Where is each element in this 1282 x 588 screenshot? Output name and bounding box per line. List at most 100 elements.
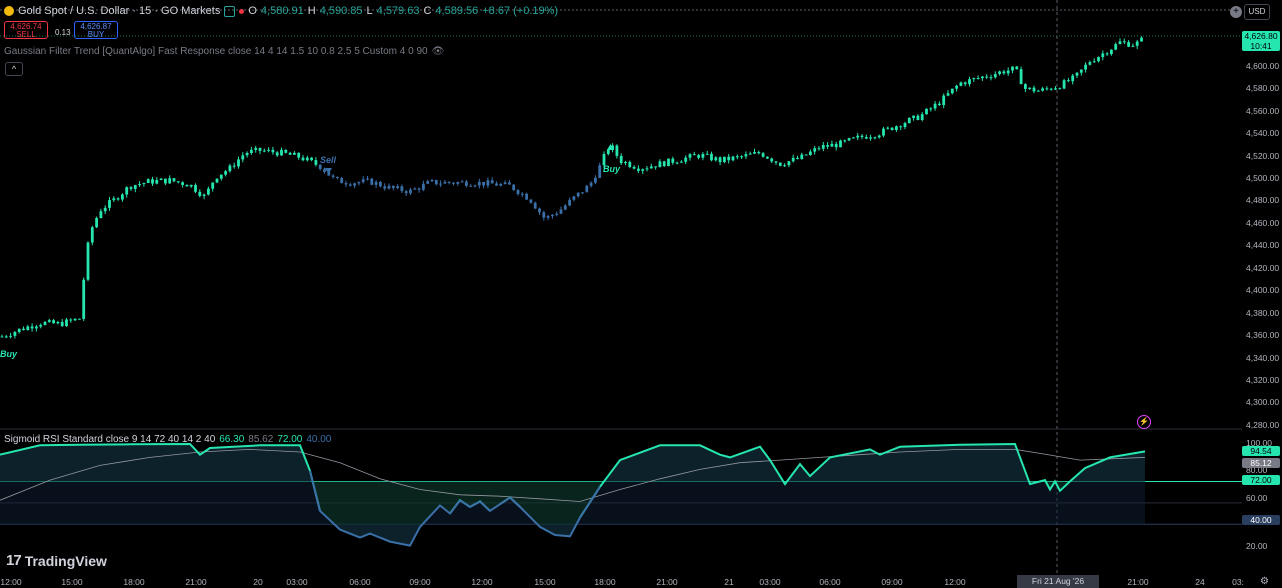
candle-body [262,150,266,152]
candle-body [258,147,262,151]
candle-body [955,85,958,89]
sell-signal-label: Sell [320,155,337,165]
candle-body [533,202,537,209]
collapse-legend-button[interactable]: ^ [5,62,23,76]
candle-body [340,178,344,184]
price-tick: 4,460.00 [1246,218,1280,228]
candle-body [886,127,890,129]
candle-body [731,156,735,161]
candle-body [632,166,636,169]
candle-body [890,127,894,131]
spread-value: 0.13 [55,28,71,37]
time-tick: 09:00 [409,577,431,587]
eye-icon[interactable]: 👁 [432,46,445,57]
candle-body [301,157,305,161]
indicator-rsi-legend[interactable]: Sigmoid RSI Standard close 9 14 72 40 14… [4,434,331,445]
candle-body [370,178,374,185]
candle-body [929,108,933,110]
candle-body [546,216,550,218]
close-value: 4,589.56 [435,5,479,17]
candle-body [357,182,361,184]
indicator-gaussian-legend[interactable]: Gaussian Filter Trend [QuantAlgo] Fast R… [4,46,444,57]
candle-body [396,186,399,189]
time-tick: 12:00 [944,577,966,587]
candle-body [753,152,756,154]
time-tick: 21:00 [185,577,207,587]
candle-body [520,193,524,195]
candle-body [1084,64,1087,70]
symbol-title[interactable]: Gold Spot / U.S. Dollar · 15 · GO Market… [18,5,220,17]
candle-body [155,180,159,184]
candle-body [787,161,791,166]
candle-body [981,76,984,79]
candle-body [649,166,653,169]
tv-logo-text: TradingView [24,552,107,569]
candle-body [619,155,623,164]
candle-body [116,198,120,200]
candle-body [344,183,348,185]
candle-body [907,117,911,124]
candle-body [791,157,795,162]
candle-body [624,161,627,164]
candle-body [598,165,602,178]
candle-body [529,199,533,203]
candle-body [796,157,799,159]
time-tick: 12:00 [0,577,22,587]
candle-body [628,161,632,167]
candle-body [817,148,821,150]
open-value: 4,580.91 [260,5,304,17]
candle-body [250,149,253,153]
close-label: C [423,5,432,17]
candle-body [662,161,666,167]
sell-button[interactable]: 4,626.74 SELL [4,21,48,39]
time-tick: 21 [724,577,734,587]
candle-body [219,174,223,179]
lightning-icon[interactable]: ⚡ [1137,415,1151,429]
buy-button[interactable]: 4,626.87 BUY [74,21,118,39]
candle-body [563,205,567,210]
candle-body [383,186,387,189]
candle-body [684,157,688,162]
buy-signal-label-left: Buy [0,349,18,359]
candle-body [409,189,412,194]
rsi-value-3: 72.00 [277,434,303,445]
currency-selector[interactable]: USD [1244,4,1270,20]
rsi-tag-2: 85.12 [1242,458,1280,468]
time-tick: 06:00 [819,577,841,587]
candle-body [314,160,318,165]
candle-body [1127,42,1130,47]
candle-body [176,181,180,183]
price-tick: 4,340.00 [1246,353,1280,363]
candle-body [778,162,782,166]
candle-body [486,180,490,186]
candle-body [228,165,232,172]
candle-body [1041,88,1044,91]
time-tick: 20 [253,577,263,587]
time-tick: 03:00 [286,577,308,587]
candle-body [942,95,946,106]
candle-body [1110,49,1113,55]
candle-body [172,178,176,182]
candle-body [426,181,430,184]
settings-gear-icon[interactable]: ⚙ [1260,576,1269,587]
candle-body [473,185,477,187]
sell-arrow-icon [325,168,332,174]
main-chart-canvas[interactable] [0,0,1282,588]
candle-body [267,149,270,151]
candle-body [60,321,64,327]
candle-body [925,108,928,115]
candle-body [757,152,761,154]
candle-body [576,192,580,197]
candle-body [361,179,365,183]
crosshair-time-label: Fri 21 Aug '26 [1017,575,1099,588]
candle-body [542,212,546,218]
candle-body [404,191,408,194]
add-alert-icon[interactable]: + [1230,6,1242,18]
gold-coin-icon [4,6,14,16]
candle-body [168,178,172,184]
candle-body [254,147,258,150]
candle-body [839,140,842,148]
indicator-rsi-label: Sigmoid RSI Standard close 9 14 72 40 14… [4,434,216,445]
time-tick: 09:00 [881,577,903,587]
candle-body [572,196,576,200]
